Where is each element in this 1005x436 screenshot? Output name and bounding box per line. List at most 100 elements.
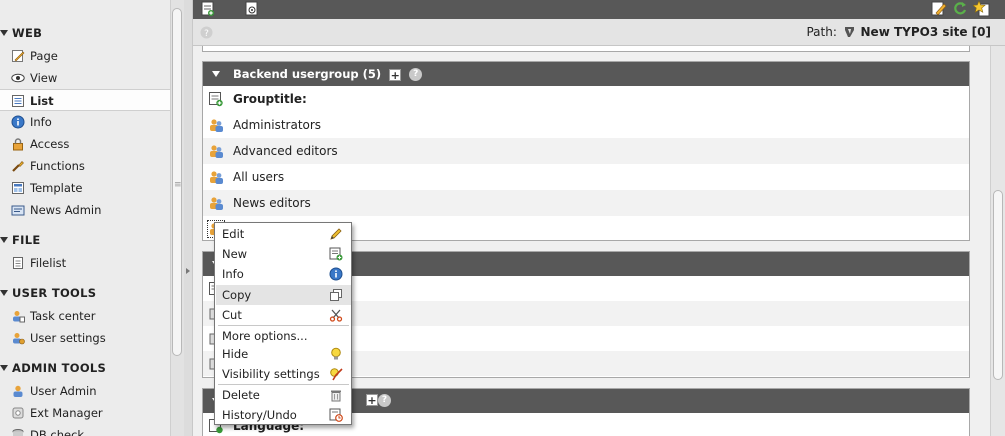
- template-icon: [11, 181, 25, 195]
- collapse-triangle-icon[interactable]: [212, 71, 220, 77]
- collapse-arrow-icon[interactable]: [186, 268, 190, 274]
- news-admin-icon: [11, 203, 25, 217]
- context-item-info[interactable]: Info: [216, 264, 351, 284]
- module-label: Functions: [30, 159, 85, 173]
- group-title: ADMIN TOOLS: [12, 361, 107, 375]
- context-item-edit[interactable]: Edit: [216, 224, 351, 244]
- row-title: Advanced editors: [233, 144, 338, 158]
- module-filelist[interactable]: Filelist: [0, 252, 170, 274]
- module-news-admin[interactable]: News Admin: [0, 199, 170, 221]
- backend-usergroup-table: Backend usergroup (5) + ? Grouptitle: Ad…: [202, 61, 970, 241]
- module-view[interactable]: View: [0, 67, 170, 89]
- help-icon[interactable]: ?: [409, 68, 423, 81]
- new-record-icon[interactable]: [201, 1, 215, 17]
- table-row[interactable]: News editors: [203, 190, 969, 216]
- edit-page-properties-icon[interactable]: [931, 0, 947, 17]
- path-label: Path:: [806, 25, 837, 39]
- user-admin-icon: [11, 384, 25, 398]
- module-access[interactable]: Access: [0, 133, 170, 155]
- context-item-more-options[interactable]: More options...: [216, 326, 351, 346]
- trash-icon: [329, 388, 343, 402]
- access-icon: [11, 137, 25, 151]
- menu-label: History/Undo: [222, 408, 297, 422]
- reload-icon[interactable]: [953, 0, 967, 17]
- add-shortcut-icon[interactable]: [973, 0, 991, 17]
- scissors-icon: [329, 308, 343, 322]
- sidebar-splitter[interactable]: [184, 0, 193, 436]
- context-item-cut[interactable]: Cut: [216, 305, 351, 325]
- context-item-visibility-settings[interactable]: Visibility settings: [216, 364, 351, 384]
- table-title[interactable]: Backend usergroup (5): [233, 67, 381, 81]
- usergroup-icon[interactable]: [208, 169, 224, 185]
- context-item-history-undo[interactable]: History/Undo: [216, 405, 351, 425]
- table-row[interactable]: Advanced editors: [203, 138, 969, 164]
- row-title: Administrators: [233, 118, 322, 132]
- module-label: DB check: [30, 428, 85, 436]
- module-list[interactable]: List: [0, 89, 170, 111]
- new-record-icon[interactable]: [208, 91, 224, 107]
- menu-label: Info: [222, 267, 244, 281]
- help-icon[interactable]: ?: [378, 394, 391, 407]
- group-web[interactable]: WEB: [0, 26, 42, 40]
- menu-label: Edit: [222, 227, 245, 241]
- usergroup-icon[interactable]: [208, 117, 224, 133]
- module-label: Ext Manager: [30, 406, 103, 420]
- module-label: Info: [30, 115, 52, 129]
- context-item-hide[interactable]: Hide: [216, 344, 351, 364]
- group-user-tools[interactable]: USER TOOLS: [0, 286, 96, 300]
- svg-text:?: ?: [204, 29, 209, 39]
- module-label: Template: [30, 181, 83, 195]
- table-row[interactable]: All users: [203, 164, 969, 190]
- visibility-icon: [329, 367, 343, 381]
- module-db-check[interactable]: DB check: [0, 424, 170, 436]
- table-header: Backend usergroup (5) + ?: [203, 62, 969, 86]
- filelist-icon: [11, 256, 25, 270]
- docheader-pathbar: ? Path: New TYPO3 site [0]: [193, 19, 1005, 46]
- module-page[interactable]: Page: [0, 45, 170, 67]
- user-settings-icon: [11, 331, 25, 345]
- db-check-icon: [11, 428, 25, 436]
- module-task-center[interactable]: Task center: [0, 305, 170, 327]
- module-label: Access: [30, 137, 70, 151]
- group-title: WEB: [12, 26, 43, 40]
- help-icon[interactable]: ?: [200, 26, 213, 39]
- history-icon: [329, 408, 343, 422]
- functions-icon: [11, 159, 25, 173]
- view-page-icon[interactable]: [245, 1, 259, 17]
- scroll-grip-icon: ≡: [174, 180, 182, 190]
- expand-plus-icon[interactable]: +: [389, 68, 402, 81]
- module-functions[interactable]: Functions: [0, 155, 170, 177]
- group-admin-tools[interactable]: ADMIN TOOLS: [0, 361, 106, 375]
- expand-plus-icon[interactable]: +: [366, 394, 378, 406]
- module-user-admin[interactable]: User Admin: [0, 380, 170, 402]
- row-title: News editors: [233, 196, 311, 210]
- list-icon: [11, 94, 25, 108]
- path-value[interactable]: New TYPO3 site [0]: [861, 25, 991, 39]
- module-template[interactable]: Template: [0, 177, 170, 199]
- group-file[interactable]: FILE: [0, 233, 41, 247]
- view-icon: [11, 71, 25, 85]
- column-header-grouptitle[interactable]: Grouptitle:: [233, 92, 307, 106]
- content-scrollbar-thumb[interactable]: [993, 190, 1003, 380]
- info-icon: [11, 115, 25, 129]
- module-ext-manager[interactable]: Ext Manager: [0, 402, 170, 424]
- module-label: User Admin: [30, 384, 97, 398]
- page-icon: [11, 49, 25, 63]
- context-item-new[interactable]: New: [216, 244, 351, 264]
- context-item-delete[interactable]: Delete: [216, 385, 351, 405]
- pencil-icon: [329, 227, 343, 241]
- menu-label: Hide: [222, 347, 249, 361]
- module-info[interactable]: Info: [0, 111, 170, 133]
- menu-label: More options...: [222, 329, 308, 343]
- table-row[interactable]: Administrators: [203, 112, 969, 138]
- menu-label: Copy: [222, 288, 252, 302]
- lightbulb-icon: [329, 347, 343, 361]
- usergroup-icon[interactable]: [208, 143, 224, 159]
- column-header-row: Grouptitle:: [203, 86, 969, 112]
- module-label: List: [30, 94, 54, 108]
- usergroup-icon[interactable]: [208, 195, 224, 211]
- context-item-copy[interactable]: Copy: [216, 285, 351, 305]
- module-user-settings[interactable]: User settings: [0, 327, 170, 349]
- typo3-logo-icon: [844, 26, 855, 38]
- context-menu: Edit New Info Copy Cut More options... H…: [214, 222, 352, 425]
